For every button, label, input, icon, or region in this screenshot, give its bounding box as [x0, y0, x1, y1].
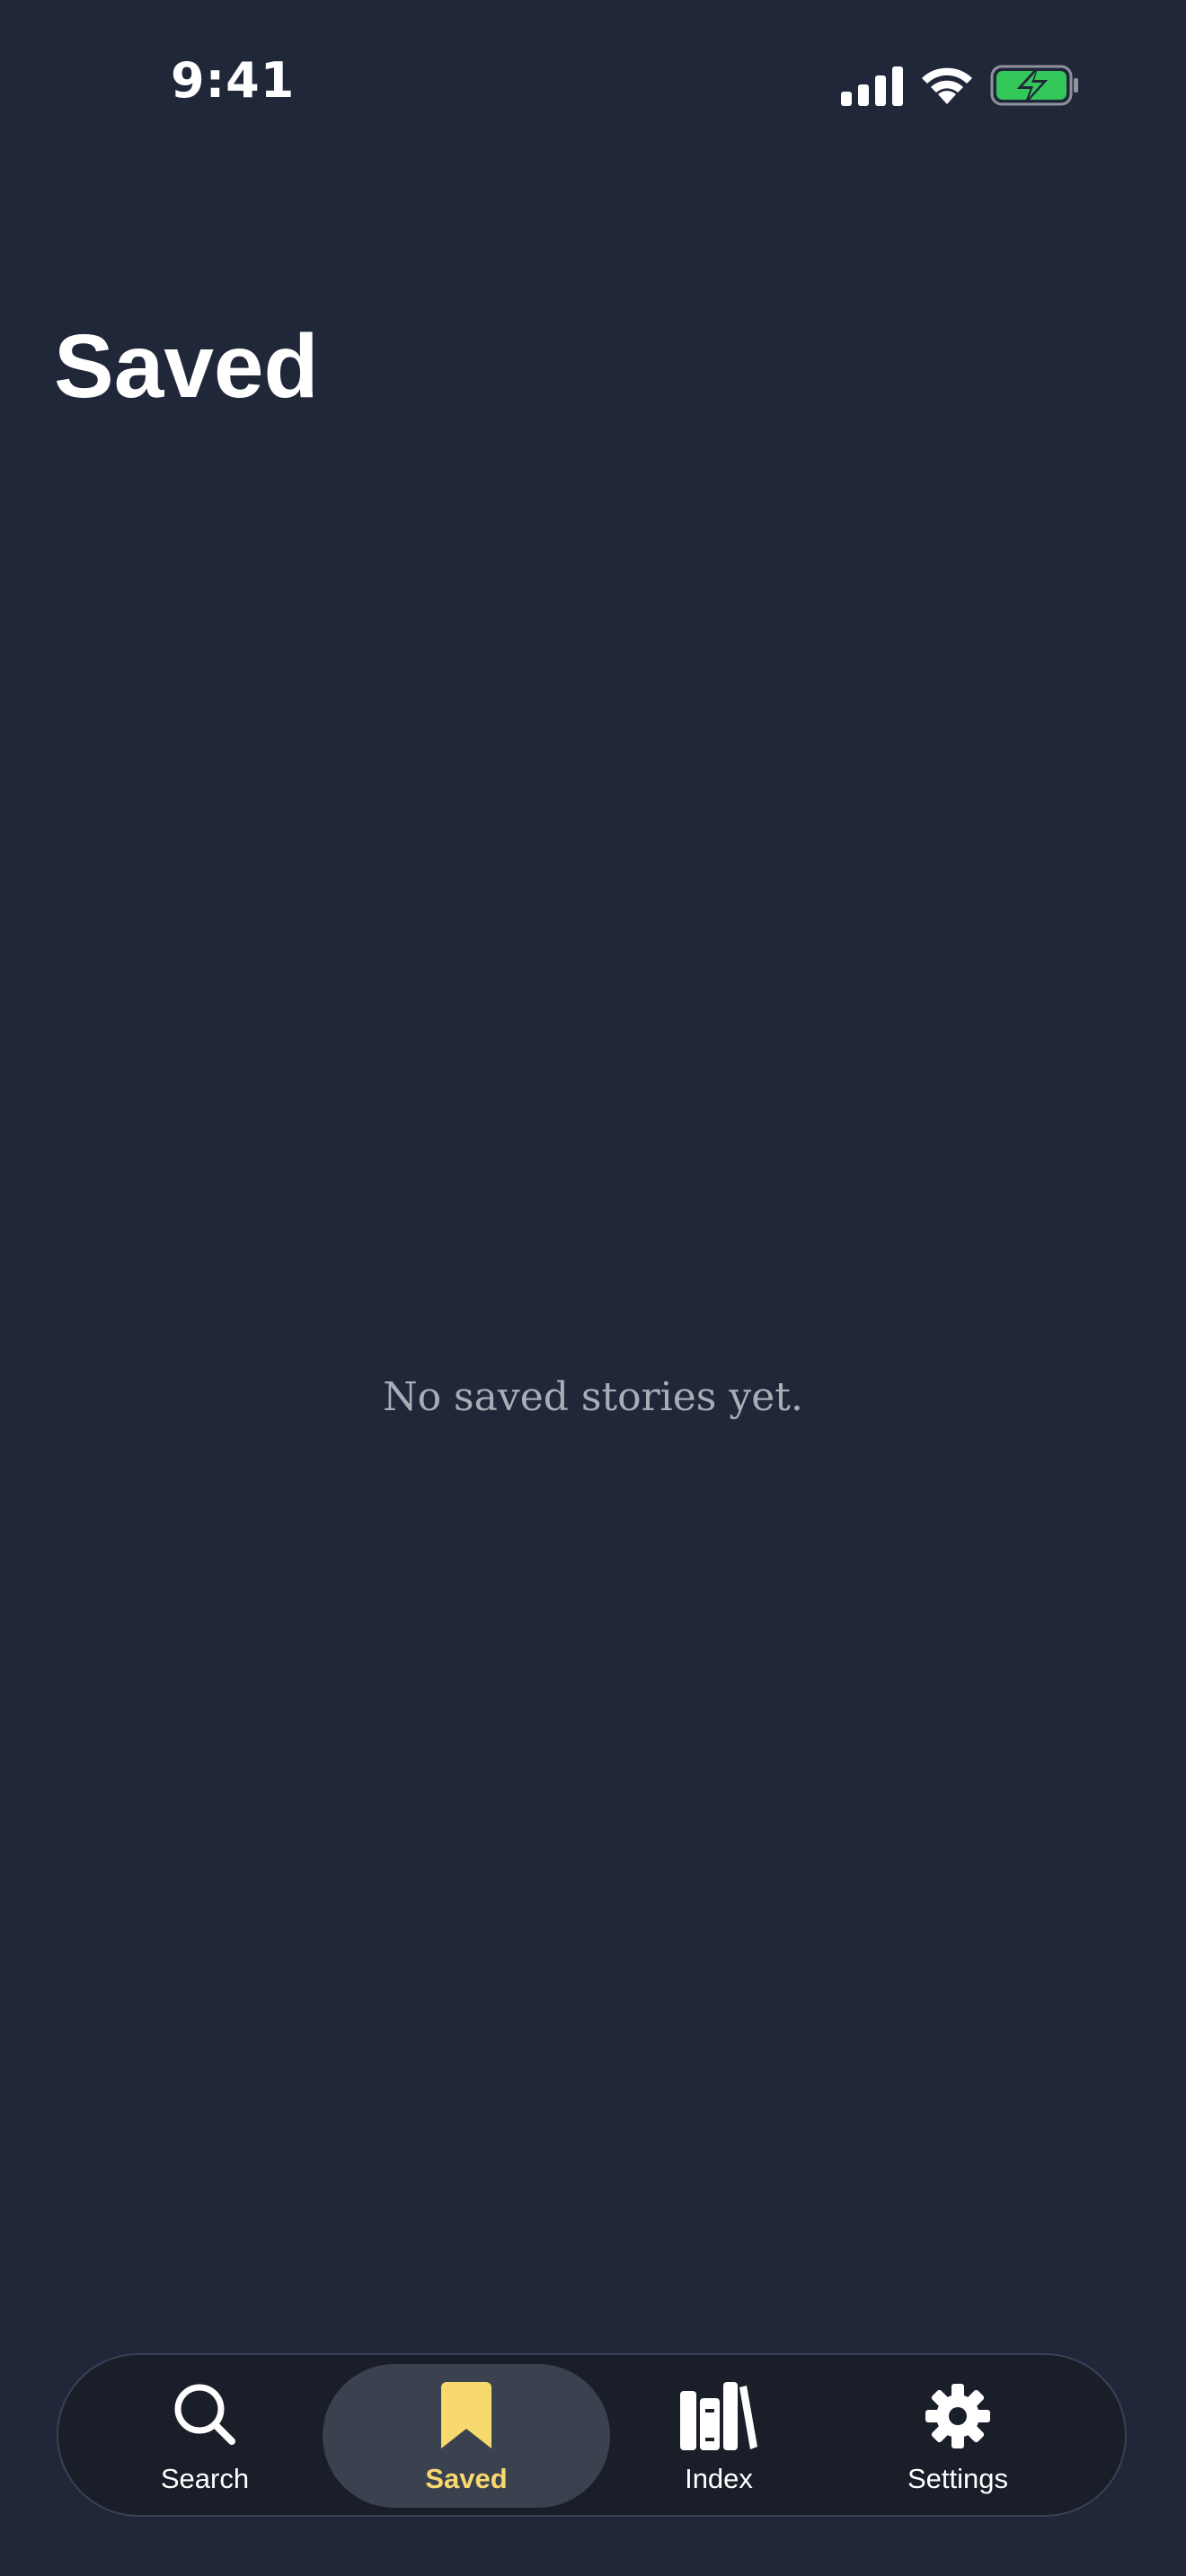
tab-saved-label: Saved [425, 2463, 508, 2494]
gear-icon [925, 2384, 990, 2448]
books-icon [680, 2382, 757, 2450]
tab-search[interactable]: Search [141, 2364, 269, 2508]
tab-search-label: Search [160, 2463, 250, 2494]
tab-settings-label: Settings [907, 2463, 1008, 2494]
bookmark-icon [441, 2382, 491, 2448]
battery-charging-icon [990, 65, 1078, 106]
page-title: Saved [54, 316, 319, 417]
tab-saved[interactable]: Saved [323, 2364, 610, 2508]
status-icons [836, 61, 1080, 111]
tab-index[interactable]: Index [655, 2364, 783, 2508]
status-time: 9:41 [171, 52, 296, 109]
tab-settings[interactable]: Settings [894, 2364, 1022, 2508]
empty-state-message: No saved stories yet. [383, 1374, 803, 1420]
tab-bar: Search Saved Index Settings [57, 2353, 1127, 2517]
wifi-icon [922, 67, 972, 104]
cellular-signal-icon [841, 66, 903, 106]
tab-index-label: Index [685, 2463, 753, 2494]
magnifying-glass-icon [174, 2384, 235, 2445]
